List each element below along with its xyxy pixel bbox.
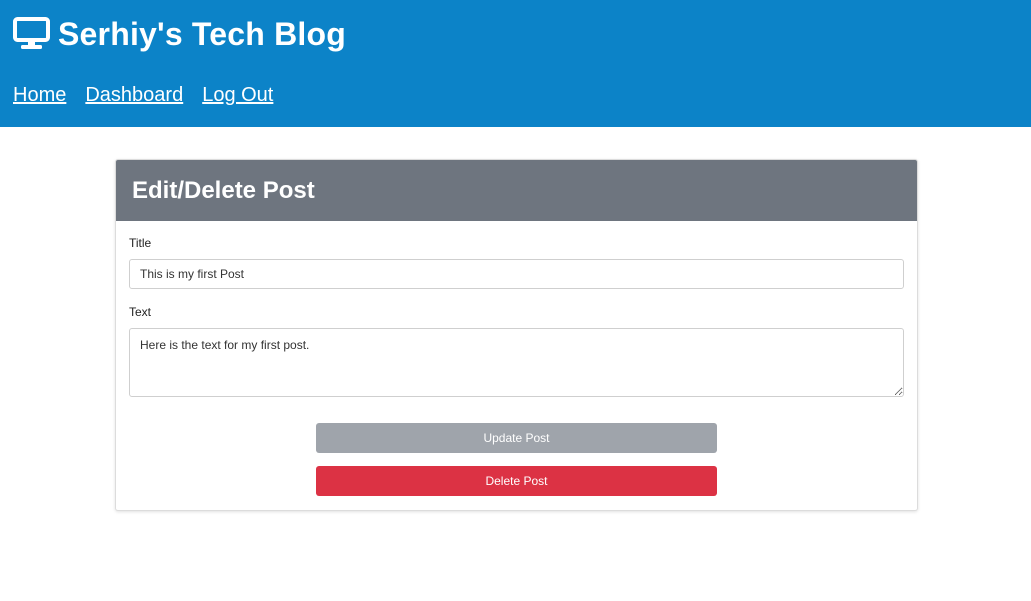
nav-dashboard-link[interactable]: Dashboard [85,82,183,108]
monitor-icon [13,17,50,49]
title-input[interactable] [129,259,904,289]
update-post-button[interactable]: Update Post [316,423,717,453]
card-header: Edit/Delete Post [116,160,917,221]
main-nav: Home Dashboard Log Out [13,82,273,108]
edit-post-card: Edit/Delete Post Title Text Here is the … [115,159,918,511]
delete-post-button[interactable]: Delete Post [316,466,717,496]
nav-logout-link[interactable]: Log Out [202,82,273,108]
brand[interactable]: Serhiy's Tech Blog [13,14,346,54]
site-header: Serhiy's Tech Blog Home Dashboard Log Ou… [0,0,1031,127]
nav-home-link[interactable]: Home [13,82,66,108]
card-title: Edit/Delete Post [132,176,315,204]
text-label: Text [129,305,152,319]
text-textarea[interactable]: Here is the text for my first post. [129,328,904,397]
title-label: Title [129,236,152,250]
site-title[interactable]: Serhiy's Tech Blog [58,14,346,54]
